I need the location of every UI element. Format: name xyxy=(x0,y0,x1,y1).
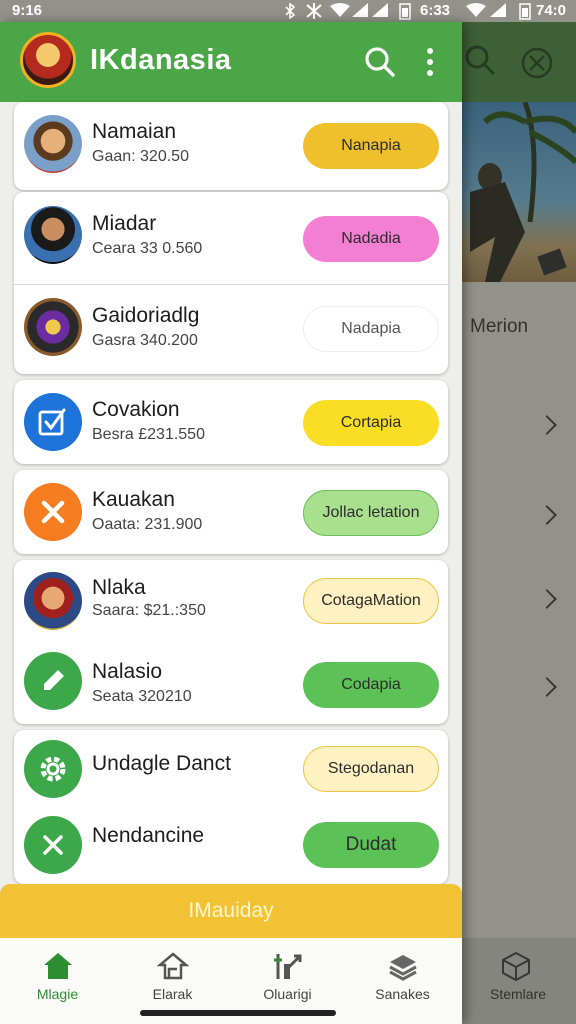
avatar xyxy=(24,115,82,173)
avatar xyxy=(24,298,82,356)
list-item[interactable]: Kauakan Oaata: 231.900 Jollac letation xyxy=(14,470,448,556)
layers-icon xyxy=(389,955,417,981)
nav-item-sanakes[interactable]: Sanakes xyxy=(345,938,460,1024)
primary-cta-button[interactable]: IMauiday xyxy=(0,884,462,940)
nav-label: Mlagie xyxy=(36,986,79,1002)
signal-icon xyxy=(352,3,368,17)
list-item[interactable]: Gaidoriadlg Gasra 340.200 Nadapia xyxy=(14,284,448,370)
list-item[interactable]: Nendancine Dudat xyxy=(14,806,448,892)
item-name: Kauakan xyxy=(92,488,175,511)
settings-gear-icon xyxy=(40,756,66,782)
nav-item-home[interactable]: Mlagie xyxy=(0,938,115,1024)
item-subtitle: Besra £231.550 xyxy=(92,426,205,443)
item-name: Nlaka xyxy=(92,576,146,599)
signal-icon xyxy=(372,3,388,17)
app-bar: IKdanasia xyxy=(0,22,462,102)
list-card: Nlaka Saara: $21.:350 CotagaMation Nalas… xyxy=(14,560,448,724)
more-vert-icon[interactable] xyxy=(420,46,440,78)
status-time-right: 74:0 xyxy=(536,2,567,19)
item-name: Covakion xyxy=(92,398,180,421)
list-card: Kauakan Oaata: 231.900 Jollac letation xyxy=(14,470,448,554)
list-item[interactable]: Nlaka Saara: $21.:350 CotagaMation xyxy=(14,560,448,646)
list-card: Undagle Danct Stegodanan Nendancine Duda… xyxy=(14,730,448,884)
bluetooth-icon xyxy=(285,3,296,19)
cta-label: IMauiday xyxy=(188,899,274,922)
list-item[interactable]: Nalasio Seata 320210 Codapia xyxy=(14,640,448,726)
house-outline-icon xyxy=(157,952,189,980)
search-icon[interactable] xyxy=(364,46,396,78)
list-card: Namaian Gaan: 320.50 Nanapia xyxy=(14,102,448,190)
list-item[interactable]: Miadar Ceara 33 0.560 Nadadia xyxy=(14,192,448,278)
item-action-button[interactable]: Dudat xyxy=(303,822,439,868)
item-subtitle: Gasra 340.200 xyxy=(92,332,198,349)
avatar xyxy=(24,652,82,710)
item-action-button[interactable]: Nanapia xyxy=(303,123,439,169)
avatar xyxy=(24,483,82,541)
edit-check-icon xyxy=(38,408,66,436)
app-title: IKdanasia xyxy=(90,44,232,76)
status-time-secondary: 6:33 xyxy=(420,2,451,19)
avatar xyxy=(24,816,82,874)
avatar xyxy=(24,393,82,451)
avatar xyxy=(24,572,82,630)
status-bar: 9:16 6:33 74:0 xyxy=(0,0,576,22)
item-action-button[interactable]: Nadapia xyxy=(303,306,439,352)
item-subtitle: Oaata: 231.900 xyxy=(92,516,203,533)
nav-label: Elarak xyxy=(152,986,193,1002)
close-icon xyxy=(41,500,65,524)
item-subtitle: Gaan: 320.50 xyxy=(92,148,189,165)
item-name: Gaidoriadlg xyxy=(92,304,200,327)
nav-label: Oluarigi xyxy=(263,986,312,1002)
vibrate-icon xyxy=(306,3,322,19)
navigation-drawer: IKdanasia Namaian Gaan: 320.50 Nanapia M… xyxy=(0,22,462,1024)
item-action-button[interactable]: Jollac letation xyxy=(303,490,439,536)
item-name: Nendancine xyxy=(92,824,205,847)
close-icon xyxy=(43,835,63,855)
avatar xyxy=(24,206,82,264)
item-action-button[interactable]: Codapia xyxy=(303,662,439,708)
app-logo[interactable] xyxy=(20,32,76,88)
item-name: Nalasio xyxy=(92,660,163,683)
item-action-button[interactable]: Cortapia xyxy=(303,400,439,446)
pencil-icon xyxy=(44,670,64,690)
list-card: Miadar Ceara 33 0.560 Nadadia Gaidoriadl… xyxy=(14,192,448,374)
nav-label: Sanakes xyxy=(375,986,430,1002)
item-action-button[interactable]: Stegodanan xyxy=(303,746,439,792)
avatar xyxy=(24,740,82,798)
chart-up-icon xyxy=(274,954,302,979)
wifi-icon xyxy=(466,3,486,17)
list-item[interactable]: Undagle Danct Stegodanan xyxy=(14,730,448,816)
item-subtitle: Ceara 33 0.560 xyxy=(92,240,203,257)
battery-icon xyxy=(399,3,411,20)
home-icon xyxy=(44,953,72,979)
signal-icon xyxy=(490,3,506,17)
item-action-button[interactable]: Nadadia xyxy=(303,216,439,262)
item-subtitle: Saara: $21.:350 xyxy=(92,602,206,619)
home-indicator[interactable] xyxy=(140,1010,336,1016)
list-item[interactable]: Namaian Gaan: 320.50 Nanapia xyxy=(14,102,448,188)
item-name: Namaian xyxy=(92,120,177,143)
item-subtitle: Seata 320210 xyxy=(92,688,192,705)
wifi-icon xyxy=(330,3,350,17)
list-card: Covakion Besra £231.550 Cortapia xyxy=(14,380,448,464)
item-name: Undagle Danct xyxy=(92,752,231,775)
item-action-button[interactable]: CotagaMation xyxy=(303,578,439,624)
item-name: Miadar xyxy=(92,212,157,235)
status-time: 9:16 xyxy=(12,2,43,19)
battery-icon xyxy=(519,3,531,20)
list-item[interactable]: Covakion Besra £231.550 Cortapia xyxy=(14,380,448,466)
